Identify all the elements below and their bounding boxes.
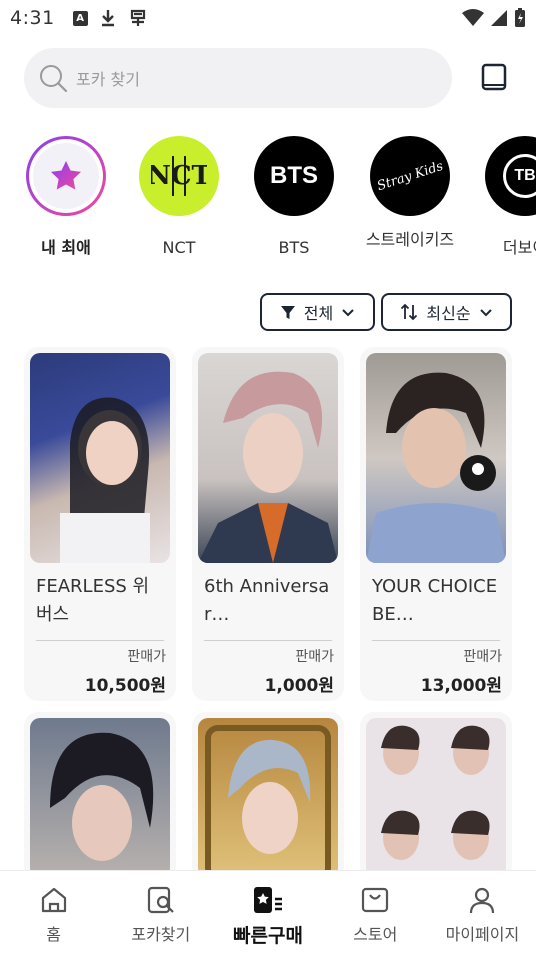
photocard-item[interactable]: 6th Anniversar… 판매가 1,000원 [192, 347, 344, 701]
nav-label: 빠른구매 [233, 925, 303, 947]
theboyz-logo-text: TB [514, 167, 536, 184]
photocard-item[interactable]: FEARLESS 위버스 판매가 10,500원 [24, 347, 176, 701]
artist-item-bts[interactable]: BTS BTS [239, 136, 349, 260]
person-photo [50, 732, 154, 861]
photocard-item[interactable]: YOUR CHOICE BE… 판매가 13,000원 [360, 347, 512, 701]
photocard-image [366, 718, 506, 878]
photocard-item[interactable] [360, 712, 512, 882]
search-input[interactable]: 포카 찾기 [24, 48, 452, 108]
person-photo [366, 372, 506, 563]
person-photo [60, 397, 150, 563]
user-icon [470, 887, 495, 914]
photocard-item[interactable] [24, 712, 176, 882]
divider [372, 640, 500, 641]
photocard-image [30, 718, 170, 878]
search-icon [40, 65, 68, 93]
search-placeholder: 포카 찾기 [76, 70, 140, 89]
artist-item-nct[interactable]: NCT NCT [124, 136, 234, 260]
sort-icon [401, 303, 418, 321]
nav-card-search[interactable]: 포카찾기 [107, 871, 214, 954]
nav-label: 스토어 [353, 925, 398, 944]
chevron-down-icon [479, 309, 492, 317]
straykids-logo-text: Stray Kids [375, 158, 445, 194]
photocard-title: YOUR CHOICE BE… [372, 576, 498, 625]
artist-item-straykids[interactable]: Stray Kids 스트레이키즈 [355, 136, 465, 252]
price: 1,000원 [264, 676, 334, 696]
divider [36, 640, 164, 641]
quick-buy-icon [254, 887, 282, 913]
person-photo-grid [381, 725, 490, 860]
price: 13,000원 [420, 676, 502, 696]
photocard-image [198, 718, 338, 878]
nct-logo-mark: NCT [151, 156, 207, 196]
nct-logo: NCT [139, 136, 219, 216]
artist-label: BTS [278, 238, 310, 257]
price: 10,500원 [84, 676, 166, 696]
card-icon [481, 63, 507, 91]
nav-label: 홈 [46, 925, 61, 944]
divider [204, 640, 332, 641]
nav-store[interactable]: 스토어 [322, 871, 429, 954]
sort-button[interactable]: 최신순 [381, 293, 512, 331]
wifi-icon [462, 9, 484, 26]
price-label: 판매가 [463, 649, 502, 665]
artist-label: 내 최애 [41, 238, 91, 257]
svg-text:NCT: NCT [151, 161, 207, 191]
download-icon [101, 10, 114, 27]
photocard-item[interactable] [192, 712, 344, 882]
favorite-circle [26, 136, 106, 216]
photocard-image [198, 353, 338, 563]
card-search-icon [147, 886, 174, 914]
status-time: 4:31 [10, 7, 55, 29]
filter-icon [280, 306, 295, 319]
sort-label: 최신순 [426, 304, 471, 323]
chevron-down-icon [342, 309, 354, 317]
artist-item-theboyz[interactable]: TB 더보이 [470, 136, 536, 260]
artist-list: 내 최애 NCT NCT BTS BTS Stray Kids 스트레이키즈 T… [0, 136, 536, 284]
battery-icon [515, 8, 525, 27]
app-notification-icon [130, 9, 145, 26]
price-label: 판매가 [295, 649, 334, 665]
signal-icon [491, 10, 507, 26]
category-filter-label: 전체 [303, 304, 334, 323]
nav-label: 마이페이지 [445, 925, 520, 944]
theboyz-logo: TB [485, 136, 536, 216]
nav-quick-buy[interactable]: 빠른구매 [214, 871, 321, 954]
bts-logo-text: BTS [270, 162, 318, 189]
price-label: 판매가 [127, 649, 166, 665]
category-filter-button[interactable]: 전체 [260, 293, 375, 331]
photocard-title: FEARLESS 위버스 [36, 576, 150, 625]
artist-label: NCT [162, 238, 196, 257]
artist-item-favorite[interactable]: 내 최애 [11, 136, 121, 260]
nav-label: 포카찾기 [131, 925, 191, 944]
person-photo [205, 725, 331, 878]
artist-label: 스트레이키즈 [365, 230, 455, 249]
bottom-navigation: 홈 포카찾기 빠른구매 스토어 마이페이지 [0, 870, 536, 954]
photocard-image [366, 353, 506, 563]
star-icon [51, 161, 81, 190]
store-icon [362, 887, 389, 913]
notification-a-icon: A [72, 10, 88, 26]
nav-home[interactable]: 홈 [0, 871, 107, 954]
artist-label: 더보이 [502, 238, 536, 257]
search-row: 포카 찾기 [24, 48, 514, 108]
photocard-image [30, 353, 170, 563]
straykids-logo: Stray Kids [370, 136, 450, 216]
photocard-title: 6th Anniversar… [204, 576, 330, 625]
nav-mypage[interactable]: 마이페이지 [429, 871, 536, 954]
status-bar: 4:31 A [0, 0, 536, 36]
bts-logo: BTS [254, 136, 334, 216]
card-collection-button[interactable] [474, 58, 514, 98]
person-photo [198, 371, 338, 563]
home-icon [41, 887, 66, 913]
